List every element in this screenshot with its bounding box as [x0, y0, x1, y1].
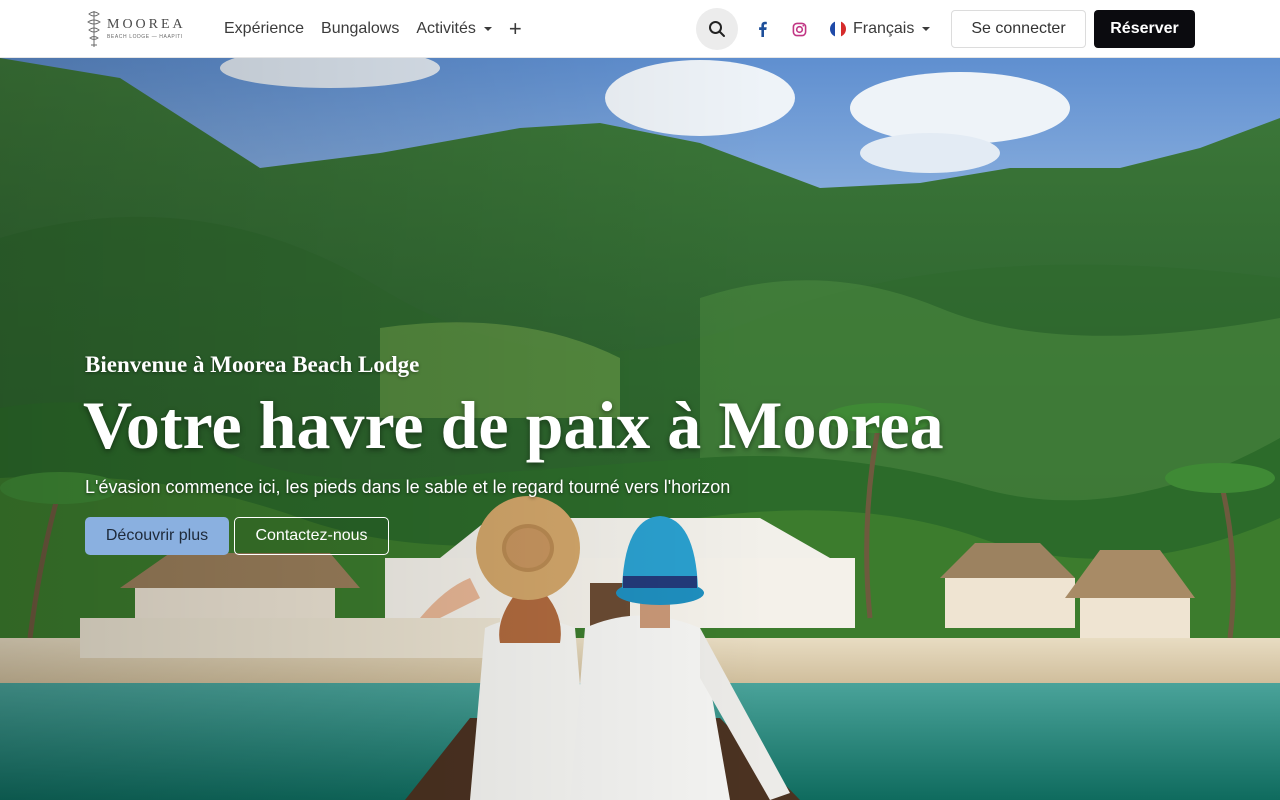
- top-navbar: MOOREA BEACH LODGE — HAAPITI Expérience …: [0, 0, 1280, 58]
- language-selector[interactable]: Français: [830, 0, 931, 58]
- hero-kicker: Bienvenue à Moorea Beach Lodge: [85, 352, 420, 377]
- search-icon: [709, 21, 725, 37]
- nav-experience[interactable]: Expérience: [224, 20, 304, 38]
- hero-section: Bienvenue à Moorea Beach Lodge Votre hav…: [0, 58, 1280, 800]
- nav-bungalows[interactable]: Bungalows: [321, 20, 399, 38]
- brand-name: MOOREA: [107, 17, 186, 32]
- main-nav: Expérience Bungalows Activités +: [224, 0, 522, 58]
- nav-more-button[interactable]: +: [509, 18, 522, 40]
- hero-subtitle: L'évasion commence ici, les pieds dans l…: [85, 477, 731, 497]
- hero-title: Votre havre de paix à Moorea: [83, 387, 944, 463]
- nav-activities-dropdown[interactable]: Activités: [416, 20, 492, 38]
- chevron-down-icon: [483, 27, 492, 31]
- contact-us-button[interactable]: Contactez-nous: [234, 517, 389, 555]
- france-flag-icon: [830, 21, 846, 37]
- instagram-icon[interactable]: [789, 19, 809, 39]
- chevron-down-icon: [922, 27, 931, 31]
- discover-more-button[interactable]: Découvrir plus: [85, 517, 229, 555]
- search-button[interactable]: [696, 8, 738, 50]
- facebook-icon[interactable]: [753, 19, 771, 39]
- tiki-logo-icon: [87, 11, 101, 47]
- book-button[interactable]: Réserver: [1094, 10, 1195, 48]
- brand-tagline: BEACH LODGE — HAAPITI: [107, 34, 183, 40]
- brand-logo[interactable]: MOOREA BEACH LODGE — HAAPITI: [85, 9, 189, 49]
- login-button[interactable]: Se connecter: [951, 10, 1086, 48]
- language-label: Français: [853, 20, 915, 37]
